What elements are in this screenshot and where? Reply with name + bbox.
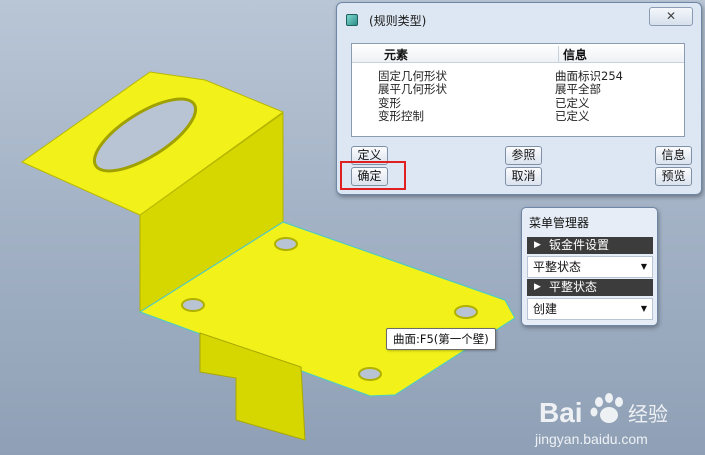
close-icon: ✕: [665, 9, 677, 23]
dropdown-arrow-icon: ▼: [640, 262, 647, 271]
svg-text:Bai: Bai: [539, 397, 583, 428]
preview-button[interactable]: 预览: [655, 167, 692, 186]
info-button[interactable]: 信息: [655, 146, 692, 165]
cancel-button[interactable]: 取消: [505, 167, 542, 186]
dialog-titlebar[interactable]: (规则类型) ✕: [337, 3, 701, 33]
row-info: 已定义: [555, 109, 590, 123]
part-hole: [181, 298, 205, 312]
dialog-app-icon: [346, 14, 358, 26]
surface-tooltip: 曲面:F5(第一个壁): [386, 328, 496, 350]
list-row[interactable]: 固定几何形状 曲面标识254: [352, 68, 684, 83]
part-hole: [358, 367, 382, 381]
dialog-title: (规则类型): [369, 14, 427, 28]
dropdown-arrow-icon: ▼: [640, 304, 647, 313]
list-row[interactable]: 展平几何形状 展平全部: [352, 81, 684, 96]
menu-manager-panel: 菜单管理器 ▶ 钣金件设置 平整状态 ▼ ▶ 平整状态 创建 ▼: [521, 207, 658, 326]
expand-triangle-icon: ▶: [534, 240, 541, 250]
part-hole: [274, 237, 298, 251]
column-header-info[interactable]: 信息: [558, 46, 662, 63]
menu-section-label: 平整状态: [549, 280, 598, 294]
list-row[interactable]: 变形控制 已定义: [352, 108, 684, 123]
expand-triangle-icon: ▶: [534, 282, 541, 292]
menu-section-label: 钣金件设置: [549, 238, 610, 252]
menu-item-label: 平整状态: [533, 260, 582, 274]
menu-section-flat-state[interactable]: ▶ 平整状态: [527, 279, 653, 296]
menu-manager-title: 菜单管理器: [529, 216, 590, 230]
menu-section-sheetmetal-setup[interactable]: ▶ 钣金件设置: [527, 237, 653, 254]
element-list[interactable]: 元素 信息 固定几何形状 曲面标识254 展平几何形状 展平全部 变形 已定义 …: [351, 43, 685, 137]
reference-button[interactable]: 参照: [505, 146, 542, 165]
row-element: 变形控制: [378, 109, 424, 123]
part-hole: [454, 305, 478, 319]
menu-item-label: 创建: [533, 302, 558, 316]
list-header: 元素 信息: [352, 44, 684, 63]
ok-highlight-annotation: [340, 161, 406, 190]
svg-text:jingyan.baidu.com: jingyan.baidu.com: [534, 431, 648, 447]
column-header-element[interactable]: 元素: [384, 46, 408, 63]
list-row[interactable]: 变形 已定义: [352, 95, 684, 110]
close-button[interactable]: ✕: [649, 7, 693, 26]
baidu-paw-logo: [590, 393, 623, 423]
svg-text:经验: 经验: [628, 402, 668, 426]
menu-dropdown-create[interactable]: 创建 ▼: [527, 298, 653, 320]
baidu-jingyan-watermark: Bai 经验 jingyan.baidu.com: [534, 393, 668, 447]
menu-dropdown-flat-state[interactable]: 平整状态 ▼: [527, 256, 653, 278]
